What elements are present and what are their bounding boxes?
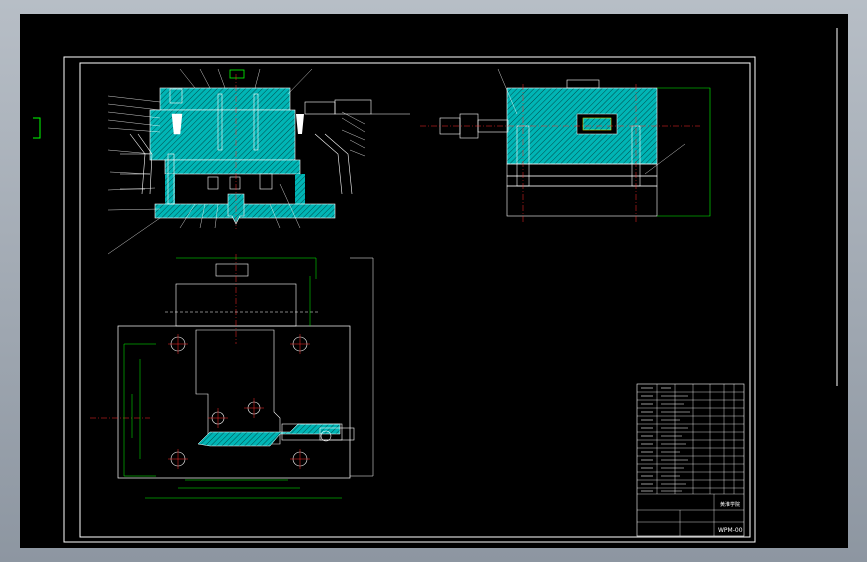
- mold-assembly-drawing: 黄淮学院 WPM-00: [33, 28, 838, 543]
- plan-view: [90, 254, 374, 499]
- cad-viewport[interactable]: 黄淮学院 WPM-00: [20, 14, 848, 548]
- school-label: 黄淮学院: [720, 501, 740, 508]
- drawing-number: WPM-00: [718, 527, 743, 534]
- parts-list-grid: [637, 384, 744, 536]
- side-section-view: [420, 68, 711, 224]
- parts-list-text: [641, 387, 690, 492]
- window-frame: 黄淮学院 WPM-00: [0, 0, 867, 562]
- front-section-view: [107, 68, 410, 255]
- title-block: 黄淮学院 WPM-00: [636, 383, 745, 537]
- left-marker: [33, 117, 41, 139]
